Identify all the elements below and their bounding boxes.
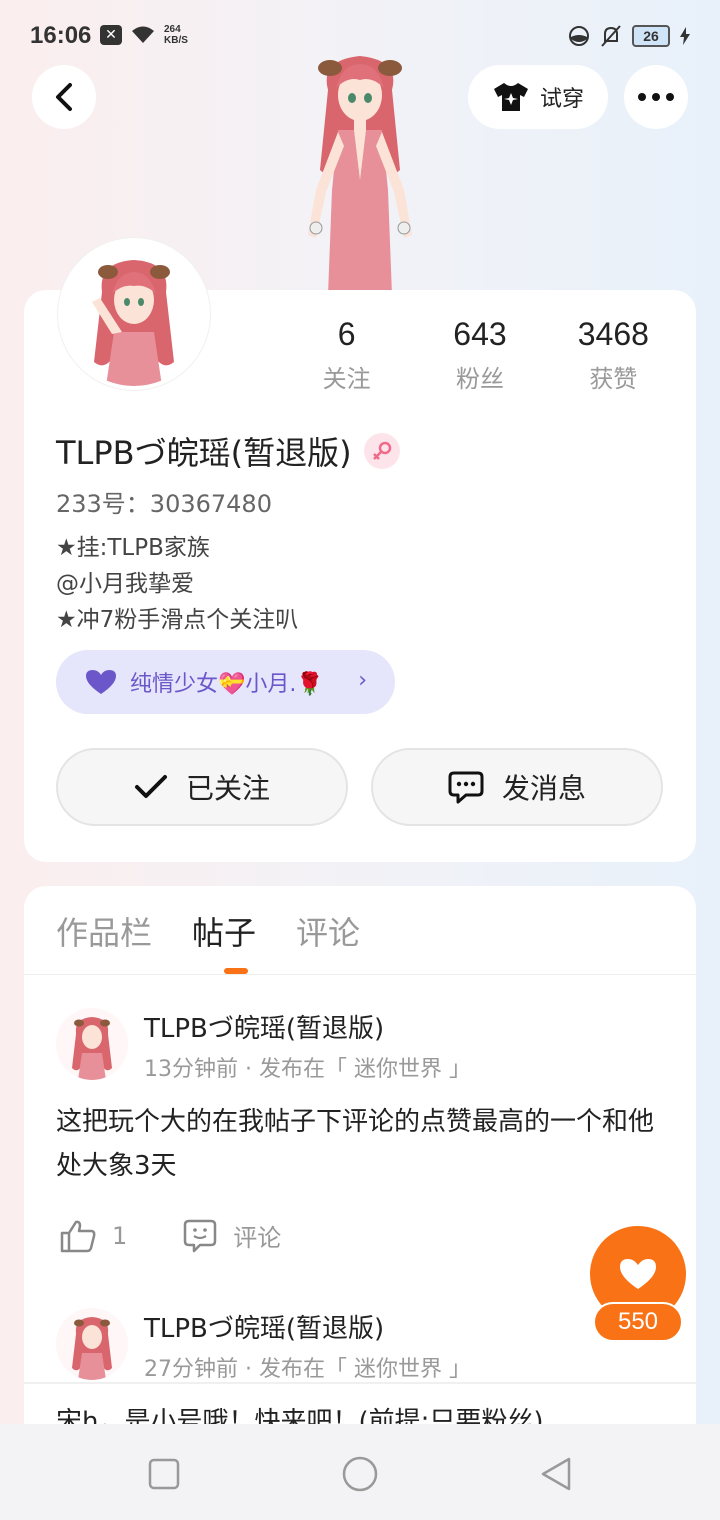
followed-button[interactable]: 已关注 — [56, 748, 348, 826]
comment-label[interactable]: 评论 — [233, 1218, 281, 1253]
send-message-label: 发消息 — [501, 772, 586, 805]
net-speed: 264 KB/S — [164, 24, 188, 46]
stat-value: 6 — [337, 316, 356, 352]
heart-icon — [86, 670, 116, 694]
feed-card: 作品栏 帖子 评论 TLPBづ皖瑶(暂退版) 13分钟前 · 发布在「 迷你世界… — [24, 886, 696, 1446]
post-avatar[interactable] — [56, 1008, 128, 1080]
square-icon — [148, 1458, 180, 1490]
charging-icon — [680, 27, 690, 45]
username-row: TLPBづ皖瑶(暂退版) — [56, 428, 400, 474]
avatar-image — [62, 242, 206, 386]
stat-label: 关注 — [322, 365, 371, 393]
mute-icon — [601, 25, 621, 47]
stat-followers[interactable]: 643 粉丝 — [413, 316, 546, 394]
character-figure — [308, 56, 412, 295]
system-nav-bar — [0, 1424, 720, 1520]
chevron-right-icon: › — [358, 668, 367, 693]
check-icon — [134, 775, 167, 798]
post-avatar[interactable] — [56, 1308, 128, 1380]
more-button[interactable] — [624, 65, 688, 129]
stat-label: 粉丝 — [455, 365, 504, 393]
notification-icon: ✕ — [100, 25, 122, 45]
recent-apps-button[interactable] — [144, 1454, 184, 1494]
circle-icon — [342, 1456, 378, 1492]
thumbs-up-icon[interactable] — [60, 1219, 96, 1253]
tab-works[interactable]: 作品栏 — [56, 908, 152, 954]
back-nav-button[interactable] — [536, 1454, 576, 1494]
stat-following[interactable]: 6 关注 — [280, 316, 413, 394]
back-button[interactable] — [32, 65, 96, 129]
heart-icon — [620, 1259, 656, 1289]
divider — [24, 974, 696, 975]
triangle-back-icon — [541, 1457, 571, 1491]
battery-indicator: 26 — [632, 25, 670, 47]
avatar-image — [56, 1308, 128, 1380]
followed-label: 已关注 — [185, 772, 270, 805]
more-dots-icon — [638, 93, 674, 101]
shirt-icon — [493, 83, 528, 111]
female-icon — [363, 433, 400, 469]
wifi-icon — [132, 26, 154, 43]
chat-icon — [448, 771, 484, 804]
send-message-button[interactable]: 发消息 — [371, 748, 663, 826]
user-id: 233号：30367480 — [56, 490, 272, 518]
post-meta: 27分钟前 · 发布在「 迷你世界 」 — [144, 1357, 471, 1382]
tab-comments[interactable]: 评论 — [296, 908, 360, 954]
chevron-left-icon — [56, 83, 72, 111]
cp-tag-label: 纯情少女💝小月.🌹 — [130, 672, 324, 697]
app-status-icon — [569, 26, 589, 46]
comment-icon[interactable] — [183, 1219, 217, 1253]
username: TLPBづ皖瑶(暂退版) — [56, 434, 352, 472]
like-total-count: 550 — [593, 1302, 683, 1342]
stat-likes[interactable]: 3468 获赞 — [547, 316, 680, 394]
like-count: 1 — [112, 1221, 128, 1250]
bio: ★挂:TLPB家族 @小月我挚爱 ★冲7粉手滑点个关注叭 — [56, 530, 298, 638]
home-button[interactable] — [340, 1454, 380, 1494]
post-text: 这把玩个大的在我帖子下评论的点赞最高的一个和他处大象3天 — [56, 1107, 655, 1181]
tab-posts[interactable]: 帖子 — [192, 908, 256, 954]
status-time: 16:06 — [30, 22, 92, 49]
stat-value: 3468 — [577, 316, 649, 352]
stats-row: 6 关注 643 粉丝 3468 获赞 — [280, 316, 680, 394]
post-meta: 13分钟前 · 发布在「 迷你世界 」 — [144, 1057, 471, 1082]
bio-line: ★冲7粉手滑点个关注叭 — [56, 607, 299, 633]
post-author[interactable]: TLPBづ皖瑶(暂退版) — [144, 1008, 384, 1045]
avatar[interactable] — [58, 238, 210, 390]
avatar-image — [56, 1008, 128, 1080]
try-on-button[interactable]: 试穿 — [468, 65, 608, 129]
cp-tag-button[interactable]: 纯情少女💝小月.🌹 › — [56, 650, 395, 714]
post-author[interactable]: TLPBづ皖瑶(暂退版) — [144, 1308, 384, 1345]
post-actions: 1 评论 — [60, 1218, 281, 1253]
tab-bar: 作品栏 帖子 评论 — [56, 908, 360, 954]
bio-line: @小月我挚爱 — [56, 571, 194, 597]
try-on-label: 试穿 — [539, 87, 584, 112]
stat-value: 643 — [453, 316, 507, 352]
bio-line: ★挂:TLPB家族 — [56, 535, 210, 561]
stat-label: 获赞 — [589, 365, 638, 393]
